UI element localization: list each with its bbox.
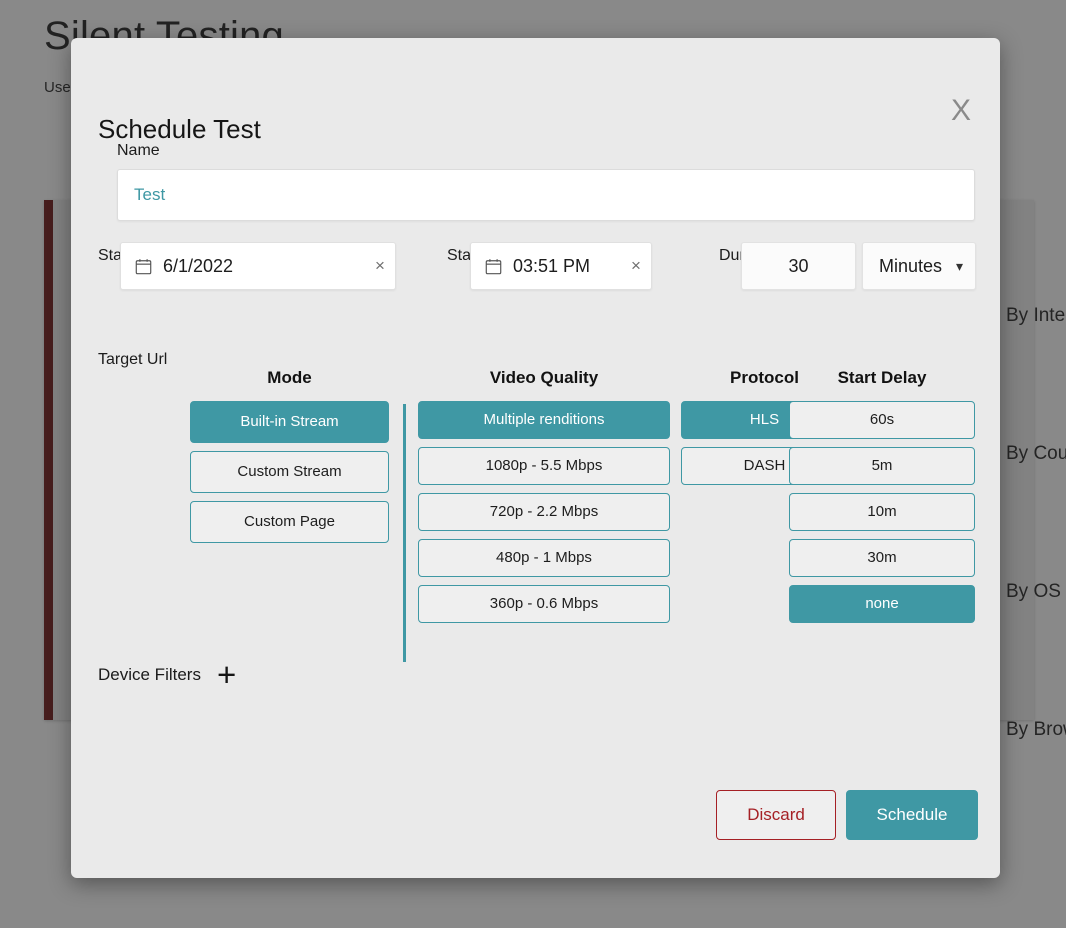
start-time-value: 03:51 PM [513,256,621,277]
duration-input[interactable] [741,242,856,290]
device-filters-label: Device Filters [98,665,201,685]
option-column-start-delay: Start Delay 60s 5m 10m 30m none [789,368,975,631]
target-url-label: Target Url [98,351,167,369]
option-column-video-quality: Video Quality Multiple renditions 1080p … [418,368,670,631]
option-column-mode: Mode Built-in Stream Custom Stream Custo… [190,368,389,551]
option-start-delay-4[interactable]: none [789,585,975,623]
clear-start-time-icon[interactable]: × [621,243,651,289]
column-header-video-quality: Video Quality [418,368,670,388]
schedule-button[interactable]: Schedule [846,790,978,840]
option-video-quality-4[interactable]: 360p - 0.6 Mbps [418,585,670,623]
option-start-delay-1[interactable]: 5m [789,447,975,485]
name-label: Name [117,142,160,160]
device-filters-row: Device Filters + [98,658,236,691]
option-mode-1[interactable]: Custom Stream [190,451,389,493]
option-start-delay-3[interactable]: 30m [789,539,975,577]
duration-unit-select[interactable]: Minutes ▾ [862,242,976,290]
clear-start-date-icon[interactable]: × [365,243,395,289]
option-mode-0[interactable]: Built-in Stream [190,401,389,443]
option-video-quality-1[interactable]: 1080p - 5.5 Mbps [418,447,670,485]
column-header-mode: Mode [190,368,389,388]
option-video-quality-0[interactable]: Multiple renditions [418,401,670,439]
option-video-quality-3[interactable]: 480p - 1 Mbps [418,539,670,577]
option-start-delay-0[interactable]: 60s [789,401,975,439]
calendar-icon [135,258,152,275]
close-icon[interactable]: X [944,94,978,128]
start-date-picker[interactable]: 6/1/2022 × [120,242,396,290]
calendar-icon [485,258,502,275]
column-header-start-delay: Start Delay [789,368,975,388]
dialog-title: Schedule Test [98,114,261,145]
discard-button[interactable]: Discard [716,790,836,840]
duration-unit-value: Minutes [879,256,942,277]
column-divider [403,404,406,662]
start-date-value: 6/1/2022 [163,256,365,277]
add-filter-icon[interactable]: + [217,658,236,691]
schedule-test-dialog: X Schedule Test Name Start Date 6/1/2022… [71,38,1000,878]
option-start-delay-2[interactable]: 10m [789,493,975,531]
name-input[interactable] [117,169,975,221]
chevron-down-icon: ▾ [956,258,963,275]
option-mode-2[interactable]: Custom Page [190,501,389,543]
option-video-quality-2[interactable]: 720p - 2.2 Mbps [418,493,670,531]
start-time-picker[interactable]: 03:51 PM × [470,242,652,290]
